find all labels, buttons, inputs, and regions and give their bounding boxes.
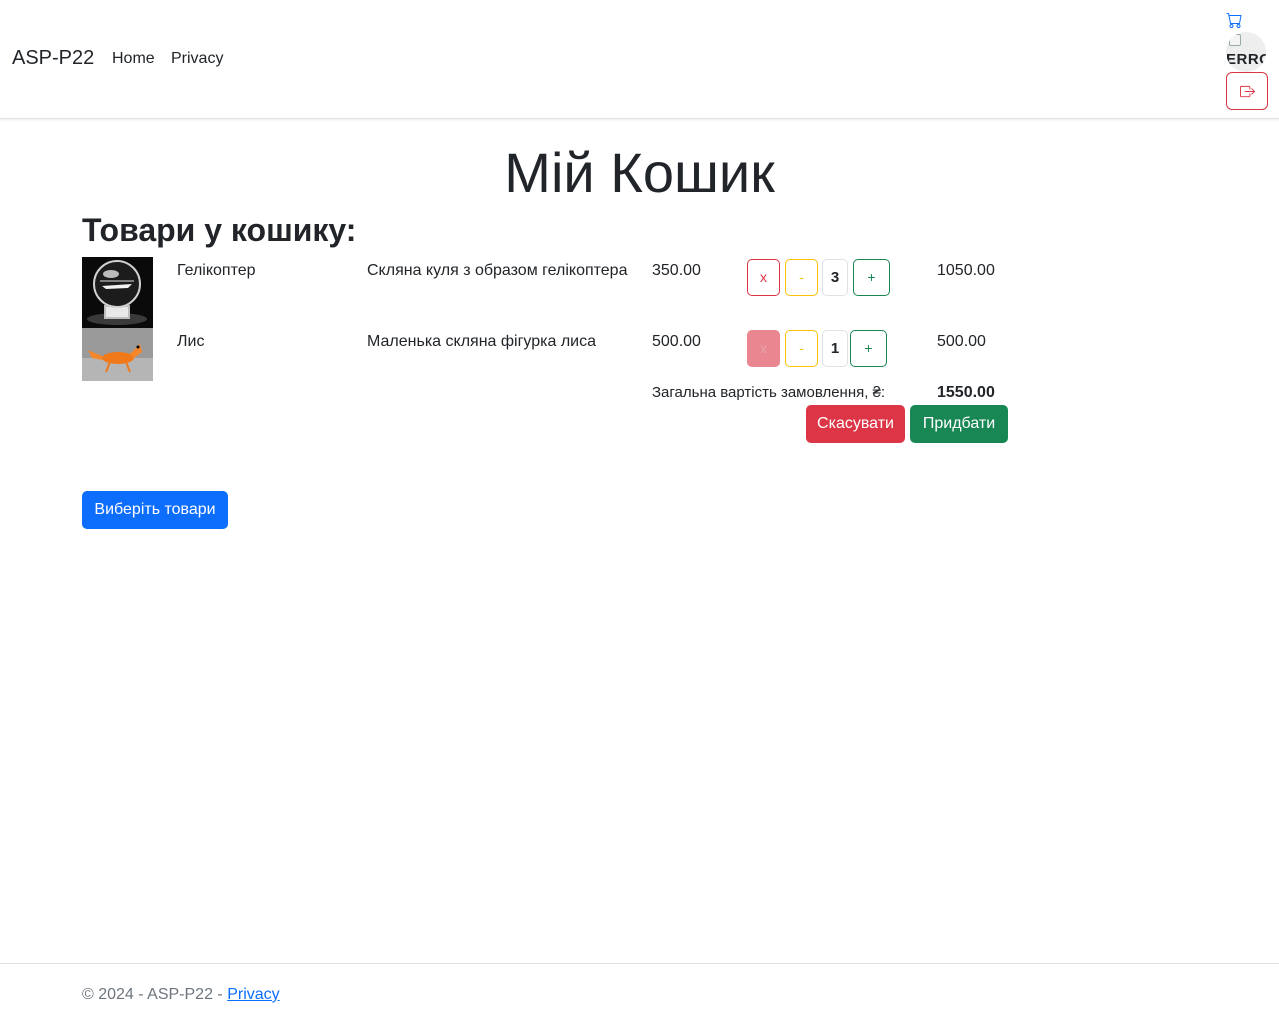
item-total: 1050.00 xyxy=(937,262,995,279)
logout-icon xyxy=(1240,85,1256,98)
order-total-value: 1550.00 xyxy=(937,384,995,401)
decrease-quantity-button[interactable]: - xyxy=(785,330,818,367)
remove-item-button[interactable]: x xyxy=(747,259,780,296)
brand-link[interactable]: ASP-P22 xyxy=(12,47,94,70)
nav-link-privacy[interactable]: Privacy xyxy=(171,50,223,68)
footer-privacy-link[interactable]: Privacy xyxy=(227,986,279,1003)
increase-quantity-button[interactable]: + xyxy=(850,330,887,367)
top-navbar: ASP-P22 Home Privacy ERROR xyxy=(0,0,1279,119)
item-price: 350.00 xyxy=(652,262,701,279)
item-description: Маленька скляна фігурка лиса xyxy=(367,333,597,350)
item-price: 500.00 xyxy=(652,333,701,350)
buy-button[interactable]: Придбати xyxy=(910,405,1008,443)
nav-link-home[interactable]: Home xyxy=(112,50,155,68)
page-title: Мій Кошик xyxy=(504,141,775,204)
cancel-order-button[interactable]: Скасувати xyxy=(806,405,905,443)
cart-item-row: Лис Маленька скляна фігурка лиса 500.00 … xyxy=(82,328,1032,399)
footer-text: © 2024 - ASP-P22 - Privacy xyxy=(82,986,280,1004)
avatar-alt-text: ERROR xyxy=(1226,51,1266,68)
remove-item-button[interactable]: x xyxy=(747,330,780,367)
logout-button[interactable] xyxy=(1226,72,1268,110)
item-name: Гелікоптер xyxy=(177,262,256,279)
footer-copyright: © 2024 - ASP-P22 - xyxy=(82,986,228,1003)
increase-quantity-button[interactable]: + xyxy=(853,259,890,296)
choose-products-button[interactable]: Виберіть товари xyxy=(82,491,228,529)
decrease-quantity-button[interactable]: - xyxy=(785,259,818,296)
product-image-helicopter xyxy=(82,257,153,328)
quantity-value: 1 xyxy=(822,330,848,367)
broken-image-icon xyxy=(1229,34,1241,46)
cart-subtitle: Товари у кошику: xyxy=(82,212,357,248)
quantity-value: 3 xyxy=(822,259,848,296)
order-total-label: Загальна вартість замовлення, ₴: xyxy=(652,384,886,401)
item-name: Лис xyxy=(177,333,205,350)
item-description: Скляна куля з образом гелікоптера xyxy=(367,262,628,279)
cart-item-row: Гелікоптер Скляна куля з образом гелікоп… xyxy=(82,257,1032,328)
footer: © 2024 - ASP-P22 - Privacy xyxy=(0,963,1279,1023)
avatar[interactable]: ERROR xyxy=(1226,32,1266,72)
product-image-fox xyxy=(82,328,153,381)
cart-icon[interactable] xyxy=(1226,12,1243,28)
item-total: 500.00 xyxy=(937,333,986,350)
